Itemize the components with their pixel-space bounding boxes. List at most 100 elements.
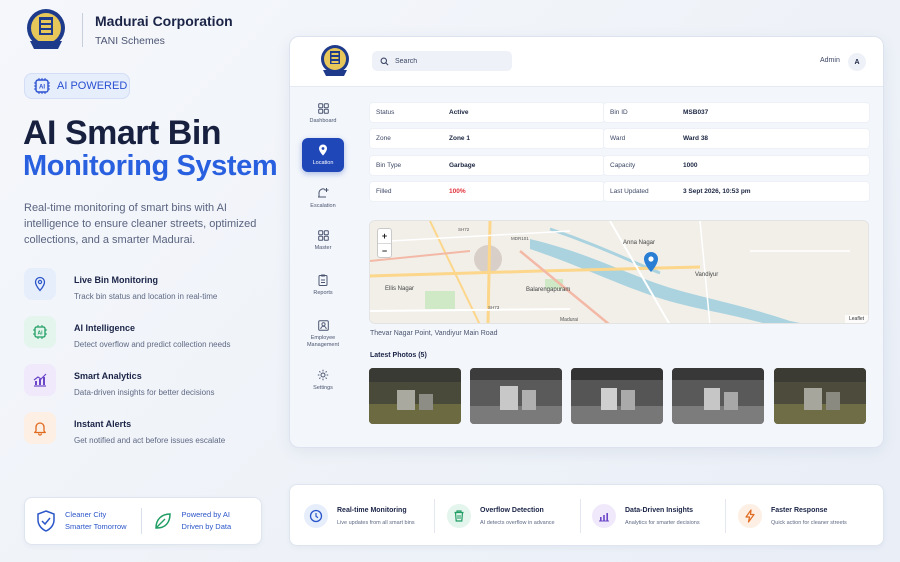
info-value: 3 Sept 2026, 10:53 pm xyxy=(683,188,751,195)
feature-ai-intelligence: AI AI Intelligence Detect overflow and p… xyxy=(24,316,231,364)
feature-title: AI Intelligence xyxy=(74,323,136,333)
id-card-icon xyxy=(317,319,329,331)
escalation-icon xyxy=(318,187,329,197)
clock-icon xyxy=(304,504,328,528)
benefit-title: Overflow Detection xyxy=(480,506,544,514)
sidebar-item-location[interactable]: Location xyxy=(302,138,344,172)
user-name[interactable]: Admin xyxy=(820,57,840,64)
bin-photo[interactable] xyxy=(672,368,764,424)
sidebar: Dashboard Location Escalation Master Rep… xyxy=(290,87,356,447)
tagline-card: Cleaner City Smarter Tomorrow Powered by… xyxy=(24,497,262,545)
benefit-realtime-monitoring: Real-time Monitoring Live updates from a… xyxy=(304,485,415,547)
bin-photo[interactable] xyxy=(571,368,663,424)
hero-title-line2: Monitoring System xyxy=(23,150,278,182)
brand-name: Madurai Corporation xyxy=(95,13,233,29)
gear-icon xyxy=(317,369,329,380)
info-bin-type: Bin Type Garbage xyxy=(369,155,605,176)
feature-instant-alerts: Instant Alerts Get notified and act befo… xyxy=(24,412,231,460)
benefit-title: Data-Driven Insights xyxy=(625,506,694,514)
bin-photo[interactable] xyxy=(774,368,866,424)
info-key: Zone xyxy=(376,135,391,142)
app-topbar: Admin A xyxy=(290,37,883,87)
ai-powered-badge: AI AI POWERED xyxy=(24,73,130,99)
info-value: 100% xyxy=(449,188,466,195)
info-zone: Zone Zone 1 xyxy=(369,128,605,149)
sidebar-item-employee-management[interactable]: Employee Management xyxy=(302,313,344,355)
info-value: Garbage xyxy=(449,162,476,169)
sidebar-item-escalation[interactable]: Escalation xyxy=(302,181,344,215)
leaf-icon xyxy=(154,513,171,529)
info-key: Filled xyxy=(376,188,392,195)
bin-photo[interactable] xyxy=(470,368,562,424)
sidebar-item-settings[interactable]: Settings xyxy=(302,363,344,397)
search-bar[interactable] xyxy=(372,51,512,71)
map-label: Madurai xyxy=(560,317,578,323)
sidebar-item-reports[interactable]: Reports xyxy=(302,268,344,302)
feature-title: Smart Analytics xyxy=(74,371,142,381)
shield-check-icon xyxy=(37,510,55,532)
location-pin-icon xyxy=(24,268,56,300)
hero-description: Real-time monitoring of smart bins with … xyxy=(24,202,257,246)
map-label: SH72 xyxy=(458,227,470,232)
ai-chip-icon: AI xyxy=(24,316,56,348)
sidebar-item-label: Reports xyxy=(313,289,333,296)
map-label: Vandiyur xyxy=(695,272,718,278)
svg-text:AI: AI xyxy=(38,330,44,336)
bin-photo[interactable] xyxy=(369,368,461,424)
tagline-line2: Smarter Tomorrow xyxy=(65,522,127,531)
search-input[interactable] xyxy=(395,57,495,65)
map-label: Balarengapuram xyxy=(526,287,570,293)
feature-desc: Get notified and act before issues escal… xyxy=(74,436,226,445)
map-attribution[interactable]: Leaflet xyxy=(844,315,868,323)
sidebar-item-label: Employee Management xyxy=(306,334,340,348)
info-filled: Filled 100% xyxy=(369,181,605,202)
app-window: Admin A Dashboard Location Escalation Ma… xyxy=(289,36,884,448)
location-caption: Thevar Nagar Point, Vandiyur Main Road xyxy=(370,330,498,337)
benefits-strip: Real-time Monitoring Live updates from a… xyxy=(289,484,884,546)
sidebar-item-label: Location xyxy=(312,159,334,166)
avatar[interactable]: A xyxy=(848,53,866,71)
info-key: Ward xyxy=(610,135,626,142)
tagline-line2: Driven by Data xyxy=(181,522,232,531)
benefit-faster-response: Faster Response Quick action for cleaner… xyxy=(738,485,847,547)
info-key: Capacity xyxy=(610,162,636,169)
sidebar-item-label: Dashboard xyxy=(309,118,337,124)
tagline-line1: Cleaner City xyxy=(65,510,107,519)
tagline-powered-by-ai: Powered by AI Driven by Data xyxy=(152,509,232,533)
benefit-data-driven-insights: Data-Driven Insights Analytics for smart… xyxy=(592,485,700,547)
zoom-out-button[interactable]: − xyxy=(378,243,391,257)
search-icon xyxy=(380,57,389,65)
ai-powered-label: AI POWERED xyxy=(57,80,128,92)
grid-icon xyxy=(317,103,329,114)
info-value: MSB037 xyxy=(683,109,709,116)
ai-chip-icon: AI xyxy=(34,78,50,94)
sidebar-item-label: Master xyxy=(314,245,332,251)
info-status: Status Active xyxy=(369,102,605,123)
svg-text:AI: AI xyxy=(39,85,45,91)
lightning-icon xyxy=(738,504,762,528)
map-label: SH73 xyxy=(488,305,500,310)
grid-icon xyxy=(317,230,329,241)
sidebar-item-label: Settings xyxy=(313,384,333,391)
sidebar-item-master[interactable]: Master xyxy=(302,224,344,258)
brand-subtitle: TANI Schemes xyxy=(95,35,165,47)
benefit-overflow-detection: Overflow Detection AI detects overflow i… xyxy=(447,485,555,547)
feature-smart-analytics: Smart Analytics Data-driven insights for… xyxy=(24,364,231,412)
trash-bin-icon xyxy=(447,504,471,528)
info-last-updated: Last Updated 3 Sept 2026, 10:53 pm xyxy=(603,181,870,202)
map-label: Ellis Nagar xyxy=(385,286,414,292)
zoom-in-button[interactable]: + xyxy=(378,229,391,243)
info-key: Bin ID xyxy=(610,109,628,116)
tagline-cleaner-city: Cleaner City Smarter Tomorrow xyxy=(35,509,127,533)
location-map[interactable]: Anna Nagar Vandiyur Ellis Nagar Balareng… xyxy=(369,220,869,324)
benefit-title: Real-time Monitoring xyxy=(337,506,407,514)
benefit-desc: Analytics for smarter decisions xyxy=(625,519,700,526)
feature-list: Live Bin Monitoring Track bin status and… xyxy=(24,268,231,460)
info-capacity: Capacity 1000 xyxy=(603,155,870,176)
map-tiles: Anna Nagar Vandiyur Ellis Nagar Balareng… xyxy=(370,221,868,323)
corporation-emblem-icon xyxy=(321,45,349,76)
sidebar-item-label: Escalation xyxy=(310,202,336,209)
sidebar-item-dashboard[interactable]: Dashboard xyxy=(302,97,344,131)
info-value: Active xyxy=(449,109,469,116)
analytics-chart-icon xyxy=(24,364,56,396)
